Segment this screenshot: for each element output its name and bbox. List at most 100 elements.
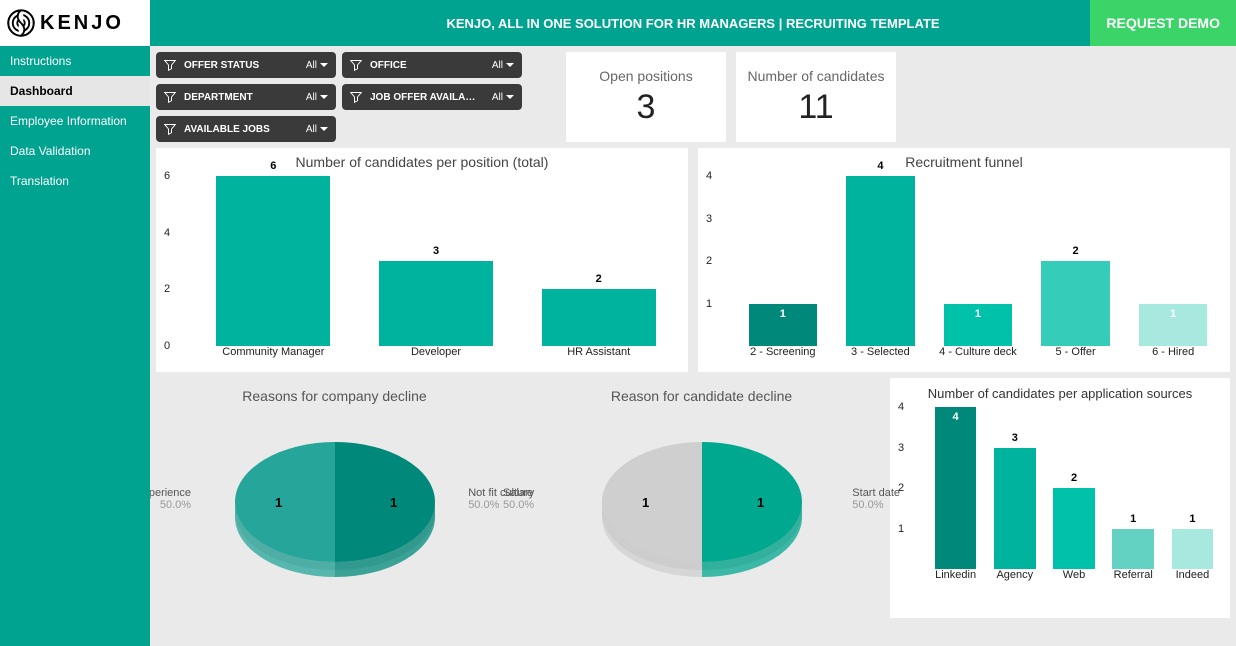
bar-col: 6: [192, 176, 355, 346]
bar-value: 4: [846, 160, 914, 172]
bar-value: 1: [749, 308, 817, 320]
filter-chip[interactable]: OFFICE All: [342, 52, 522, 78]
bar-category: HR Assistant: [517, 346, 680, 364]
kpi-open-positions: Open positions 3: [566, 52, 726, 142]
bar-value: 1: [1172, 513, 1213, 525]
bar-category: Indeed: [1163, 569, 1222, 587]
bar-category: Linkedin: [926, 569, 985, 587]
bar-category: 2 - Screening: [734, 346, 832, 364]
slice-value: 1: [390, 495, 397, 510]
nav-item[interactable]: Translation: [0, 166, 150, 196]
bar: 2: [542, 289, 656, 346]
bar-value: 1: [1112, 513, 1153, 525]
chart-title: Reason for candidate decline: [533, 388, 870, 404]
nav-item[interactable]: Instructions: [0, 46, 150, 76]
filter-label: JOB OFFER AVAILABLE ...: [370, 92, 480, 103]
filter-icon: [350, 91, 362, 103]
slice-value: 1: [642, 495, 649, 510]
caret-down-icon: [506, 95, 514, 99]
chart-recruitment-funnel: Recruitment funnel 1234141212 - Screenin…: [698, 148, 1230, 372]
slice-value: 1: [275, 495, 282, 510]
bar-value: 6: [216, 160, 330, 172]
bar-col: 2: [1027, 261, 1125, 346]
bar-category: 4 - Culture deck: [929, 346, 1027, 364]
filter-value: All: [306, 124, 317, 135]
bar: 1: [749, 304, 817, 347]
bar: 4: [935, 407, 976, 569]
bar-value: 1: [944, 308, 1012, 320]
pie-chart: 1 1: [572, 412, 832, 592]
filter-chip[interactable]: AVAILABLE JOBS All: [156, 116, 336, 142]
caret-down-icon: [320, 127, 328, 131]
filter-icon: [350, 59, 362, 71]
filter-label: DEPARTMENT: [184, 92, 253, 103]
bar: 1: [1172, 529, 1213, 570]
nav-item[interactable]: Employee Information: [0, 106, 150, 136]
kpi-number-candidates: Number of candidates 11: [736, 52, 896, 142]
request-demo-button[interactable]: REQUEST DEMO: [1090, 0, 1236, 46]
caret-down-icon: [320, 95, 328, 99]
bar-category: Developer: [355, 346, 518, 364]
bar-category: 5 - Offer: [1027, 346, 1125, 364]
slice-label: Start date50.0%: [852, 487, 900, 511]
filter-chip[interactable]: OFFER STATUSAll: [156, 52, 336, 78]
bar-col: 4: [832, 176, 930, 346]
bar-col: 4: [926, 407, 985, 569]
bar-value: 3: [994, 432, 1035, 444]
bar-col: 1: [1104, 529, 1163, 570]
nav-list: InstructionsDashboardEmployee Informatio…: [0, 46, 150, 196]
filter-label: AVAILABLE JOBS: [184, 124, 270, 135]
kpi-value: 11: [798, 88, 833, 127]
bar-col: 2: [1044, 488, 1103, 569]
caret-down-icon: [320, 63, 328, 67]
topbar: KENJO, ALL IN ONE SOLUTION FOR HR MANAGE…: [150, 0, 1236, 46]
bar-col: 1: [734, 304, 832, 347]
bar-col: 1: [1124, 304, 1222, 347]
caret-down-icon: [506, 63, 514, 67]
bar: 2: [1053, 488, 1094, 569]
sidebar: KENJO InstructionsDashboardEmployee Info…: [0, 0, 150, 646]
bar-category: 3 - Selected: [832, 346, 930, 364]
filter-icon: [164, 91, 176, 103]
chart-reasons-company-decline: Reasons for company decline 1 1 Experien…: [156, 378, 513, 618]
slice-label: Salary50.0%: [503, 487, 534, 511]
brand-logo-icon: [6, 8, 36, 38]
filter-chip[interactable]: JOB OFFER AVAILABLE ... All: [342, 84, 522, 110]
bar: 3: [379, 261, 493, 346]
bar: 3: [994, 448, 1035, 570]
bar-col: 2: [517, 289, 680, 346]
slice-value: 1: [757, 495, 764, 510]
bar-value: 1: [1139, 308, 1207, 320]
filters-container: OFFER STATUSAllOFFICEAllDEPARTMENTAllJOB…: [156, 52, 556, 142]
bar: 4: [846, 176, 914, 346]
filter-value: All: [492, 92, 503, 103]
filter-label: OFFICE: [370, 60, 407, 71]
bar-col: 3: [355, 261, 518, 346]
bar: 1: [1112, 529, 1153, 570]
chart-title: Number of candidates per application sou…: [898, 386, 1222, 401]
filter-chip[interactable]: DEPARTMENT All: [156, 84, 336, 110]
bar-category: Web: [1044, 569, 1103, 587]
chart-reason-candidate-decline: Reason for candidate decline 1 1 Salary5…: [523, 378, 880, 618]
bar-value: 2: [542, 273, 656, 285]
bar-value: 4: [935, 411, 976, 423]
chart-title: Recruitment funnel: [706, 154, 1222, 170]
bar-category: Agency: [985, 569, 1044, 587]
chart-title: Reasons for company decline: [166, 388, 503, 404]
nav-item[interactable]: Dashboard: [0, 76, 150, 106]
bar-value: 3: [379, 245, 493, 257]
logo: KENJO: [0, 0, 150, 46]
filter-value: All: [492, 60, 503, 71]
bar: 1: [944, 304, 1012, 347]
bar-col: 1: [929, 304, 1027, 347]
nav-item[interactable]: Data Validation: [0, 136, 150, 166]
pie-chart: 1 1: [205, 412, 465, 592]
bar-category: 6 - Hired: [1124, 346, 1222, 364]
chart-candidates-per-source: Number of candidates per application sou…: [890, 378, 1230, 618]
content: OFFER STATUSAllOFFICEAllDEPARTMENTAllJOB…: [150, 46, 1236, 646]
bar-value: 2: [1041, 245, 1109, 257]
filter-icon: [164, 123, 176, 135]
filter-value: All: [306, 92, 317, 103]
brand-name: KENJO: [40, 12, 124, 35]
kpi-label: Open positions: [599, 68, 692, 84]
